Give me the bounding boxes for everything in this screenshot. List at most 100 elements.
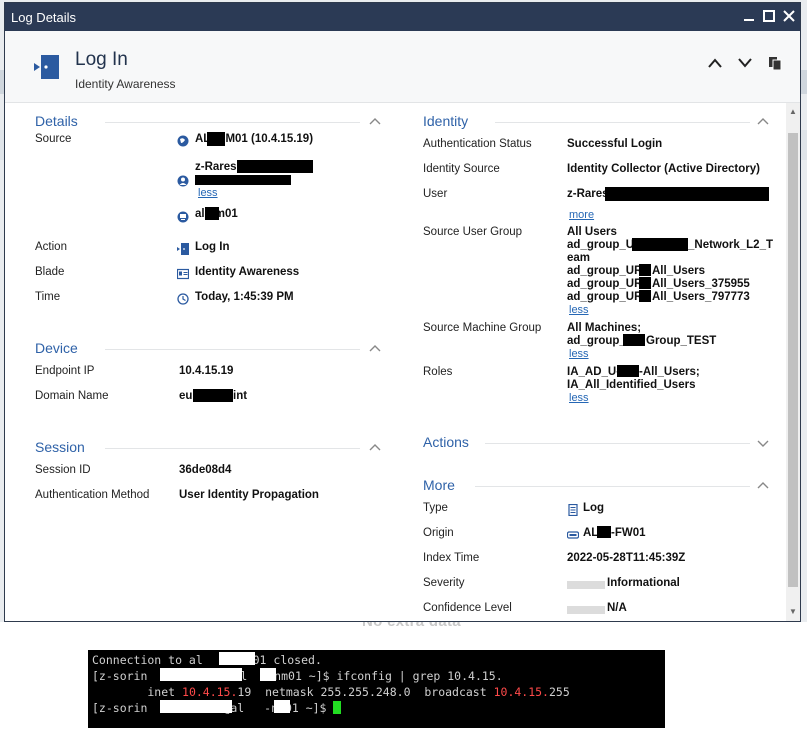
identity-section-divider [495, 122, 750, 123]
endpoint-ip-value: 10.4.15.19 [179, 365, 234, 377]
redaction [597, 526, 611, 538]
chevron-down-icon [738, 58, 752, 68]
terminal-line-2: [z-sorinal-nm01 ~]$ ifconfig | grep 10.4… [92, 669, 503, 683]
device-collapse-icon[interactable] [369, 343, 381, 355]
redaction [605, 187, 769, 201]
auth-method-label: Authentication Method [35, 489, 150, 501]
actions-section-title[interactable]: Actions [423, 434, 469, 450]
redaction [274, 700, 290, 713]
redaction [160, 668, 242, 681]
redaction [623, 334, 645, 346]
scroll-thumb[interactable] [788, 133, 798, 587]
session-section-divider [105, 448, 360, 449]
type-value: Log [583, 502, 605, 514]
roles-line1-suffix: -All_Users; [639, 366, 700, 378]
redaction [207, 132, 225, 146]
log-title: Log In [75, 49, 128, 70]
gateway-icon [567, 531, 579, 539]
device-section-divider [105, 349, 360, 350]
maximize-icon [763, 10, 775, 22]
redaction [260, 668, 276, 681]
session-collapse-icon[interactable] [369, 442, 381, 454]
terminal-line-3: inet 10.4.15.19 netmask 255.255.248.0 br… [92, 685, 570, 699]
log-in-icon [34, 55, 59, 79]
close-button[interactable] [780, 7, 798, 25]
sug-group-1-suffix: _Network_L2_T [688, 239, 774, 251]
next-log-button[interactable] [735, 53, 755, 73]
sug-group-2-suffix: All_Users [652, 265, 706, 277]
vertical-scrollbar[interactable]: ▲ ▼ [786, 103, 800, 621]
terminal-text: [z-sorin [92, 669, 148, 683]
document-icon [568, 504, 578, 516]
previous-log-button[interactable] [705, 53, 725, 73]
confidence-level-bar [567, 606, 605, 614]
domain-name-label: Domain Name [35, 390, 109, 402]
identity-collapse-icon[interactable] [757, 116, 769, 128]
sug-group-2-prefix: ad_group_UR [567, 265, 643, 277]
user-more-link[interactable]: more [569, 209, 594, 221]
severity-value: Informational [607, 577, 680, 589]
type-label: Type [423, 502, 448, 514]
severity-level-bar [567, 581, 605, 589]
session-id-value: 36de08d4 [179, 464, 232, 476]
terminal-text: [z-sorin [92, 701, 148, 715]
details-content: Details Source AL -NM01 (10.4.15.19) z-R… [5, 103, 785, 621]
origin-label: Origin [423, 527, 454, 539]
details-collapse-icon[interactable] [369, 116, 381, 128]
smg-group-prefix: ad_group_ [567, 335, 626, 347]
terminal-text: 255 [548, 685, 570, 699]
roles-less-link[interactable]: less [569, 392, 589, 404]
maximize-button[interactable] [760, 7, 778, 25]
terminal-cursor [333, 701, 342, 714]
roles-line2: IA_All_Identified_Users [567, 379, 696, 391]
source-machine-group-label: Source Machine Group [423, 322, 542, 334]
terminal-text: 19 netmask 255.255.248.0 broadcast [237, 685, 494, 699]
origin-value-suffix: -FW01 [611, 527, 646, 539]
copy-button[interactable] [765, 53, 785, 73]
log-in-small-icon [177, 243, 189, 255]
user-icon [177, 175, 189, 187]
details-section-title: Details [35, 113, 78, 129]
roles-label: Roles [423, 366, 453, 378]
time-label: Time [35, 291, 61, 303]
minimize-icon [744, 19, 754, 21]
redaction [193, 389, 233, 402]
log-subtitle: Identity Awareness [75, 77, 176, 91]
details-section-divider [105, 122, 360, 123]
identity-source-value: Identity Collector (Active Directory) [567, 163, 760, 175]
redaction [205, 207, 219, 220]
sug-less-link[interactable]: less [569, 304, 589, 316]
sug-group-1-prefix: ad_group_U [567, 239, 635, 251]
auth-status-label: Authentication Status [423, 138, 532, 150]
source-user-less-link[interactable]: less [198, 187, 218, 199]
redaction [160, 700, 232, 713]
smg-less-link[interactable]: less [569, 348, 589, 360]
scroll-up-icon[interactable]: ▲ [788, 107, 798, 117]
actions-expand-icon[interactable] [757, 437, 769, 449]
globe-icon [177, 135, 189, 147]
more-collapse-icon[interactable] [757, 480, 769, 492]
index-time-value: 2022-05-28T11:45:39Z [567, 552, 686, 564]
domain-name-suffix: int [233, 390, 248, 402]
confidence-level-value: N/A [607, 602, 627, 614]
auth-method-value: User Identity Propagation [179, 489, 319, 501]
minimize-button[interactable] [740, 7, 758, 25]
sug-all-users: All Users [567, 226, 617, 238]
terminal-text: Connection to al [92, 653, 203, 667]
sug-group-4-suffix: All_Users_797773 [652, 291, 750, 303]
smg-group-suffix: Group_TEST [646, 335, 717, 347]
log-header: Log In Identity Awareness [5, 31, 800, 103]
redaction [237, 160, 313, 173]
action-label: Action [35, 241, 67, 253]
device-section-title: Device [35, 340, 78, 356]
sug-group-1-wrap: eam [567, 252, 591, 264]
scroll-down-icon[interactable]: ▼ [788, 607, 798, 617]
terminal-text: -nm01 ~]$ ifconfig | grep 10.4.15. [267, 669, 503, 683]
sug-group-4-prefix: ad_group_UR [567, 291, 643, 303]
blade-label: Blade [35, 266, 65, 278]
session-section-title: Session [35, 439, 85, 455]
sug-group-3-suffix: All_Users_375955 [652, 278, 750, 290]
session-id-label: Session ID [35, 464, 91, 476]
index-time-label: Index Time [423, 552, 480, 564]
confidence-level-label: Confidence Level [423, 602, 512, 614]
